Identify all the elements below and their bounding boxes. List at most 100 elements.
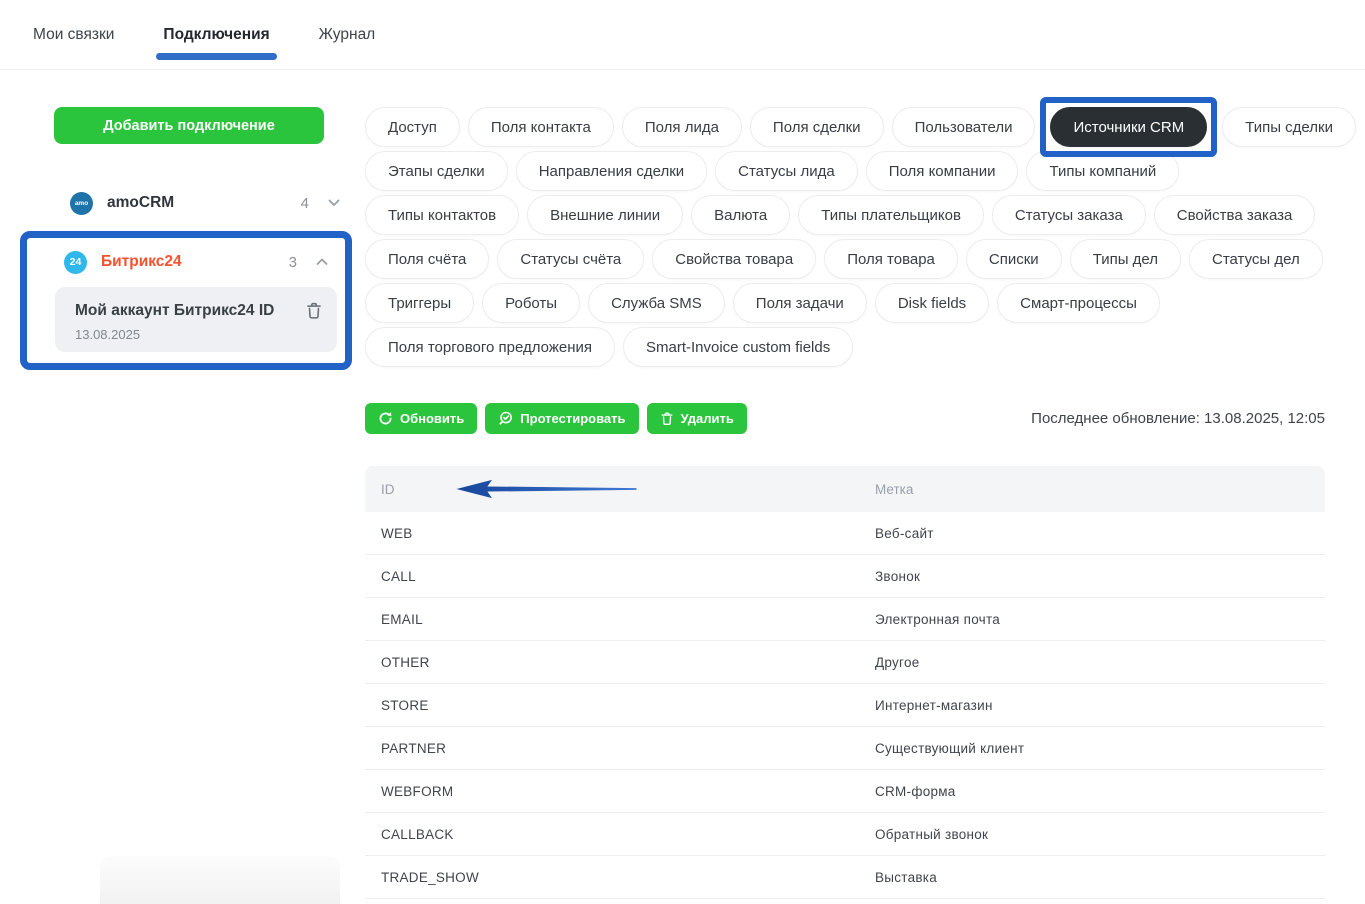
annotation-arrow-icon (449, 479, 644, 499)
tab-chip[interactable]: Статусы счёта (497, 239, 644, 279)
table-row: PARTNERСуществующий клиент (365, 727, 1325, 770)
label-cell: Выставка (875, 870, 1309, 885)
table-row: WEBFORMCRM-форма (365, 770, 1325, 813)
label-cell: Обратный звонок (875, 827, 1309, 842)
id-cell: WEBFORM (381, 784, 875, 799)
tab-row: ТриггерыРоботыСлужба SMSПоля задачиDisk … (365, 283, 1325, 323)
main-panel: ДоступПоля контактаПоля лидаПоля сделкиП… (365, 90, 1325, 899)
tab-chip[interactable]: Служба SMS (588, 283, 725, 323)
tab-row: Поля счётаСтатусы счётаСвойства товараПо… (365, 239, 1325, 279)
table-header: ID Метка (365, 466, 1325, 512)
table-row: CALLЗвонок (365, 555, 1325, 598)
tab-chip[interactable]: Типы плательщиков (798, 195, 984, 235)
tab-rows: ДоступПоля контактаПоля лидаПоля сделкиП… (365, 107, 1325, 367)
tab-chip[interactable]: Типы дел (1070, 239, 1181, 279)
refresh-icon (378, 411, 393, 426)
delete-button[interactable]: Удалить (647, 403, 747, 434)
tab-chip[interactable]: Поля контакта (468, 107, 614, 147)
column-header-label: Метка (875, 482, 1309, 497)
account-title: Мой аккаунт Битрикс24 ID (75, 300, 287, 322)
table-row: STOREИнтернет-магазин (365, 684, 1325, 727)
connection-count: 3 (289, 254, 297, 271)
tab-chip[interactable]: Внешние линии (527, 195, 683, 235)
tab-chip[interactable]: Поля лида (622, 107, 742, 147)
tab-chip[interactable]: Статусы лида (715, 151, 858, 191)
chevron-down-icon[interactable] (328, 199, 340, 207)
tab-chip[interactable]: Поля сделки (750, 107, 884, 147)
label-cell: CRM-форма (875, 784, 1309, 799)
scrolled-card-edge (100, 856, 340, 904)
table-row: CALLBACKОбратный звонок (365, 813, 1325, 856)
id-cell: STORE (381, 698, 875, 713)
selected-tab-highlight: Источники CRM (1040, 97, 1217, 157)
amocrm-badge-icon: amo (70, 192, 93, 215)
connection-name: amoCRM (107, 194, 301, 212)
tab-chip[interactable]: Поля торгового предложения (365, 327, 615, 367)
crm-sources-table: ID Метка WEBВеб-сайтCALLЗвонокEMAILЭлект… (365, 466, 1325, 899)
id-cell: TRADE_SHOW (381, 870, 875, 885)
id-cell: PARTNER (381, 741, 875, 756)
connection-count: 4 (301, 195, 309, 212)
table-body: WEBВеб-сайтCALLЗвонокEMAILЭлектронная по… (365, 512, 1325, 899)
label-cell: Существующий клиент (875, 741, 1309, 756)
bitrix24-highlight-box: 24 Битрикс24 3 Мой аккаунт Битрикс24 ID … (20, 231, 352, 370)
tab-chip[interactable]: Роботы (482, 283, 580, 323)
label-cell: Интернет-магазин (875, 698, 1309, 713)
table-row: OTHERДругое (365, 641, 1325, 684)
tab-chip[interactable]: Disk fields (875, 283, 989, 323)
actions-toolbar: Обновить Протестировать Удалить (365, 403, 1325, 434)
tab-row: Типы контактовВнешние линииВалютаТипы пл… (365, 195, 1325, 235)
trash-icon (660, 411, 674, 426)
table-row: WEBВеб-сайт (365, 512, 1325, 555)
delete-account-trash-icon[interactable] (305, 301, 323, 320)
tab-row: Этапы сделкиНаправления сделкиСтатусы ли… (365, 151, 1325, 191)
tab-chip[interactable]: Статусы заказа (992, 195, 1146, 235)
tab-row: Поля торгового предложенияSmart-Invoice … (365, 327, 1325, 367)
connection-name: Битрикс24 (101, 253, 289, 271)
tab-row: ДоступПоля контактаПоля лидаПоля сделкиП… (365, 107, 1325, 147)
connection-amocrm[interactable]: amo amoCRM 4 (20, 188, 352, 218)
tab-chip[interactable]: Поля задачи (733, 283, 867, 323)
tab-chip[interactable]: Этапы сделки (365, 151, 508, 191)
tab-chip[interactable]: Свойства заказа (1154, 195, 1316, 235)
tab-chip[interactable]: Направления сделки (516, 151, 707, 191)
account-date: 13.08.2025 (75, 327, 323, 342)
label-cell: Электронная почта (875, 612, 1309, 627)
refresh-button[interactable]: Обновить (365, 403, 477, 434)
tab-chip[interactable]: Списки (966, 239, 1062, 279)
tab-journal[interactable]: Журнал (319, 26, 376, 44)
tab-chip[interactable]: Пользователи (892, 107, 1036, 147)
id-cell: CALL (381, 569, 875, 584)
tab-chip[interactable]: Свойства товара (652, 239, 816, 279)
bitrix24-account-card[interactable]: Мой аккаунт Битрикс24 ID 13.08.2025 (55, 287, 337, 352)
tab-chip[interactable]: Статусы дел (1189, 239, 1323, 279)
id-cell: EMAIL (381, 612, 875, 627)
tab-chip[interactable]: Триггеры (365, 283, 474, 323)
tab-chip[interactable]: Smart-Invoice custom fields (623, 327, 853, 367)
tab-chip[interactable]: Доступ (365, 107, 460, 147)
tab-connections[interactable]: Подключения (163, 26, 269, 44)
tab-chip[interactable]: Источники CRM (1050, 107, 1207, 147)
tab-chip[interactable]: Типы сделки (1222, 107, 1356, 147)
label-cell: Другое (875, 655, 1309, 670)
label-cell: Веб-сайт (875, 526, 1309, 541)
tab-chip[interactable]: Поля товара (824, 239, 958, 279)
tab-chip[interactable]: Типы компаний (1026, 151, 1179, 191)
add-connection-button[interactable]: Добавить подключение (54, 107, 324, 144)
id-cell: WEB (381, 526, 875, 541)
tab-my-links[interactable]: Мои связки (33, 26, 114, 44)
tab-chip[interactable]: Валюта (691, 195, 790, 235)
test-button[interactable]: Протестировать (485, 403, 638, 434)
id-cell: OTHER (381, 655, 875, 670)
chevron-up-icon[interactable] (316, 258, 328, 266)
id-cell: CALLBACK (381, 827, 875, 842)
label-cell: Звонок (875, 569, 1309, 584)
table-row: TRADE_SHOWВыставка (365, 856, 1325, 899)
table-row: EMAILЭлектронная почта (365, 598, 1325, 641)
tab-chip[interactable]: Поля счёта (365, 239, 489, 279)
check-magnifier-icon (498, 411, 513, 426)
connection-bitrix24[interactable]: 24 Битрикс24 3 (27, 247, 340, 277)
tab-chip[interactable]: Поля компании (866, 151, 1019, 191)
tab-chip[interactable]: Смарт-процессы (997, 283, 1160, 323)
tab-chip[interactable]: Типы контактов (365, 195, 519, 235)
